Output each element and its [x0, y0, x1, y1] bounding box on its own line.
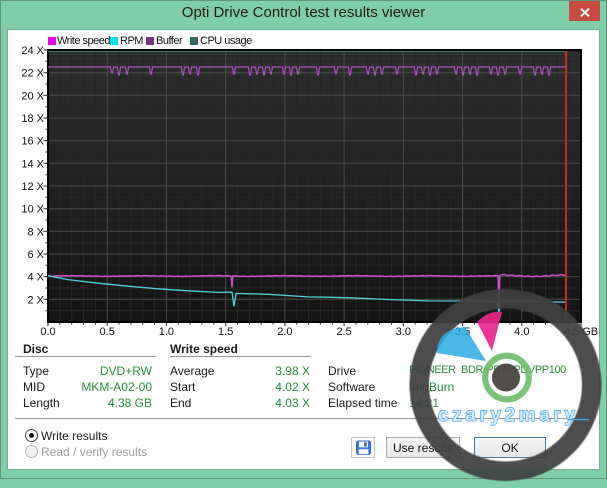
svg-text:6 X: 6 X — [27, 249, 44, 261]
svg-text:0.5: 0.5 — [100, 326, 115, 338]
svg-text:18 X: 18 X — [21, 113, 44, 125]
svg-text:24 X: 24 X — [21, 45, 44, 57]
svg-text:2.5: 2.5 — [336, 326, 351, 338]
svg-text:1.0: 1.0 — [159, 326, 174, 338]
svg-text:16 X: 16 X — [21, 136, 44, 148]
svg-text:czary2mary: czary2mary — [438, 405, 575, 426]
svg-text:1.5: 1.5 — [218, 326, 233, 338]
svg-text:0.0: 0.0 — [40, 326, 55, 338]
svg-text:2 X: 2 X — [27, 294, 44, 306]
svg-text:10 X: 10 X — [21, 204, 44, 216]
svg-text:4 X: 4 X — [27, 272, 44, 284]
svg-text:12 X: 12 X — [21, 181, 44, 193]
svg-text:20 X: 20 X — [21, 90, 44, 102]
svg-text:14 X: 14 X — [21, 158, 44, 170]
svg-text:22 X: 22 X — [21, 68, 44, 80]
svg-text:8 X: 8 X — [27, 226, 44, 238]
svg-text:2.0: 2.0 — [277, 326, 292, 338]
